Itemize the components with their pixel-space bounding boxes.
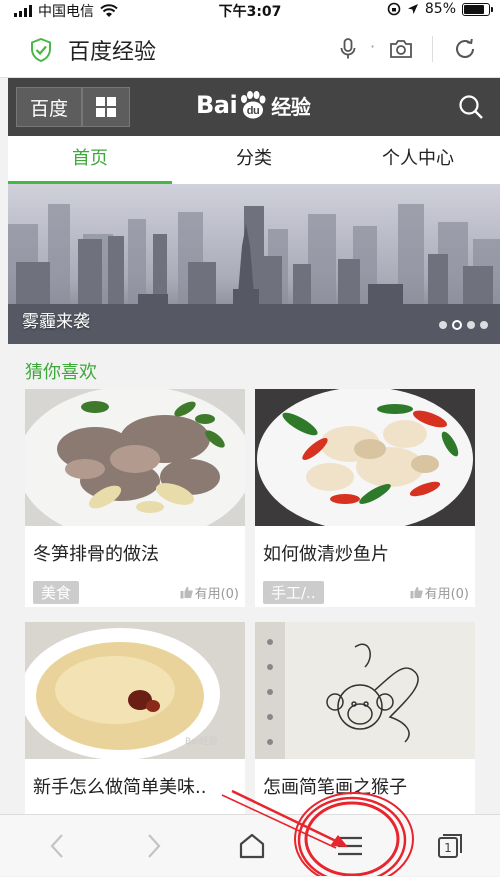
article-card[interactable]: Bai经验 新手怎么做简单美味.. xyxy=(25,622,245,822)
baidu-jingyan-logo: Bai du 经验 xyxy=(196,90,311,120)
article-card[interactable]: 冬笋排骨的做法 美食 有用(0) xyxy=(25,389,245,607)
chevron-right-icon xyxy=(148,834,161,858)
carousel-dot-active[interactable] xyxy=(452,320,462,330)
card-title: 如何做清炒鱼片 xyxy=(263,544,389,565)
home-button[interactable] xyxy=(222,815,282,877)
camera-icon[interactable] xyxy=(389,39,413,59)
tabs-button[interactable]: 1 xyxy=(420,815,480,877)
microphone-icon[interactable] xyxy=(340,38,356,60)
useful-count[interactable]: 有用(0) xyxy=(180,583,239,602)
svg-text:1: 1 xyxy=(444,841,452,855)
svg-text:du: du xyxy=(247,105,259,117)
forward-button[interactable] xyxy=(124,815,184,877)
card-image xyxy=(255,389,475,526)
status-right: 85% xyxy=(387,1,493,17)
home-icon xyxy=(239,833,265,859)
search-icon[interactable] xyxy=(458,94,484,120)
article-card[interactable]: 如何做清炒鱼片 手工/.. 有用(0) xyxy=(255,389,475,607)
card-title: 怎画简笔画之猴子 xyxy=(263,777,407,798)
section-title: 猜你喜欢 xyxy=(25,362,97,383)
carousel-dot[interactable] xyxy=(480,321,488,329)
carousel-dot[interactable] xyxy=(467,321,475,329)
baidu-home-button[interactable]: 百度 xyxy=(16,87,82,127)
hamburger-menu-icon xyxy=(338,836,362,856)
article-card[interactable]: 怎画简笔画之猴子 xyxy=(255,622,475,822)
carousel-dot[interactable] xyxy=(439,321,447,329)
chevron-left-icon xyxy=(50,834,63,858)
battery-percent: 85% xyxy=(424,1,456,17)
card-title: 新手怎么做简单美味.. xyxy=(33,777,207,798)
recommend-feed: 猜你喜欢 冬笋排骨的做法 美食 有用(0) 如何做清炒鱼片 手工/.. 有用(0… xyxy=(8,344,500,822)
carousel-indicator xyxy=(439,320,488,330)
category-tag[interactable]: 手工/.. xyxy=(263,581,324,604)
orientation-lock-icon xyxy=(387,2,401,16)
tabs-count-icon: 1 xyxy=(438,834,462,858)
card-meta: 手工/.. 有用(0) xyxy=(263,581,469,604)
location-arrow-icon xyxy=(407,4,418,14)
useful-count[interactable]: 有用(0) xyxy=(410,583,469,602)
banner-caption: 雾霾来袭 xyxy=(22,312,90,332)
back-button[interactable] xyxy=(27,815,87,877)
site-header: 百度 Bai du 经验 xyxy=(8,78,500,136)
card-title: 冬笋排骨的做法 xyxy=(33,544,159,565)
card-image xyxy=(25,389,245,526)
svg-text:Bai经验: Bai经验 xyxy=(185,735,217,747)
apps-grid-button[interactable] xyxy=(82,87,130,127)
hero-banner[interactable]: 雾霾来袭 xyxy=(8,184,500,344)
grid-icon xyxy=(96,97,116,117)
paw-logo-icon: du xyxy=(238,90,268,120)
card-image xyxy=(255,622,475,759)
toolbar-divider xyxy=(432,36,433,62)
thumbs-up-icon xyxy=(410,586,423,599)
category-tag[interactable]: 美食 xyxy=(33,581,80,604)
menu-button[interactable] xyxy=(320,815,380,877)
tab-profile[interactable]: 个人中心 xyxy=(336,136,500,184)
thumbs-up-icon xyxy=(180,586,193,599)
status-bar: 中国电信 下午3:07 85% xyxy=(0,0,500,20)
separator-dot: · xyxy=(370,37,376,56)
reload-icon[interactable] xyxy=(454,38,476,60)
page-title[interactable]: 百度经验 xyxy=(68,34,156,66)
browser-address-bar[interactable]: 百度经验 · xyxy=(0,20,500,78)
main-tabs: 首页 分类 个人中心 xyxy=(8,136,500,184)
card-meta: 美食 有用(0) xyxy=(33,581,239,604)
security-shield-icon xyxy=(31,38,51,62)
tab-home[interactable]: 首页 xyxy=(8,136,172,184)
browser-bottom-toolbar: 1 xyxy=(0,814,500,876)
card-image: Bai经验 xyxy=(25,622,245,759)
battery-icon xyxy=(462,2,493,16)
tab-categories[interactable]: 分类 xyxy=(172,136,336,184)
